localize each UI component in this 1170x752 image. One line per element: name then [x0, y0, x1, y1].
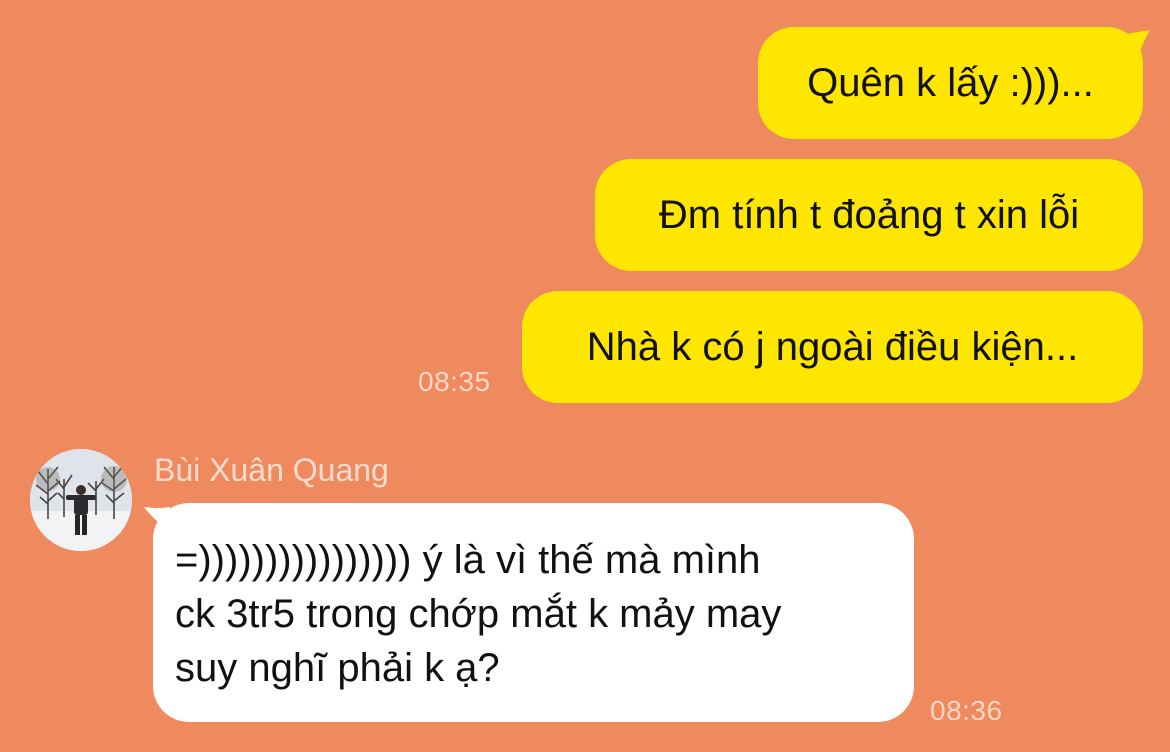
message-text: Quên k lấy :)))... — [807, 61, 1094, 105]
bubble-tail-icon — [144, 507, 170, 529]
outgoing-message[interactable]: Quên k lấy :)))... — [758, 27, 1143, 139]
chat-area: Quên k lấy :)))... Đm tính t đoảng t xin… — [0, 0, 1170, 752]
message-line: ck 3tr5 trong chớp mắt k mảy may — [175, 592, 782, 636]
message-timestamp: 08:36 — [930, 695, 1003, 726]
sender-name: Bùi Xuân Quang — [154, 452, 389, 488]
incoming-message[interactable]: =)))))))))))))))) ý là vì thế mà mình ck… — [153, 503, 914, 722]
message-line: =)))))))))))))))) ý là vì thế mà mình — [175, 538, 761, 582]
message-line: suy nghĩ phải k ạ? — [175, 646, 500, 690]
outgoing-message[interactable]: Đm tính t đoảng t xin lỗi — [595, 159, 1143, 271]
message-text: Đm tính t đoảng t xin lỗi — [658, 193, 1080, 237]
bubble-tail-icon — [1126, 30, 1150, 52]
outgoing-message[interactable]: Nhà k có j ngoài điều kiện... — [522, 291, 1143, 403]
message-text: Nhà k có j ngoài điều kiện... — [586, 325, 1079, 369]
avatar[interactable] — [30, 449, 132, 551]
message-timestamp: 08:35 — [418, 366, 491, 397]
avatar-photo-icon — [30, 449, 132, 551]
